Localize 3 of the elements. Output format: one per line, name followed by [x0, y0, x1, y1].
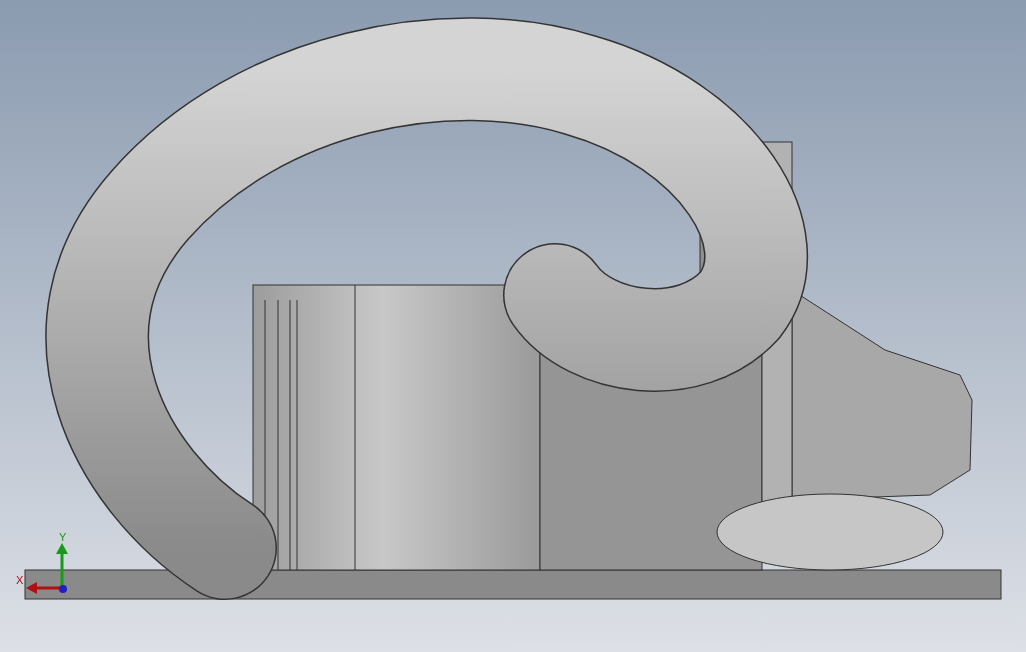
axis-label: Y	[59, 532, 67, 543]
origin-icon	[59, 585, 67, 593]
axis-label: X	[16, 575, 24, 586]
